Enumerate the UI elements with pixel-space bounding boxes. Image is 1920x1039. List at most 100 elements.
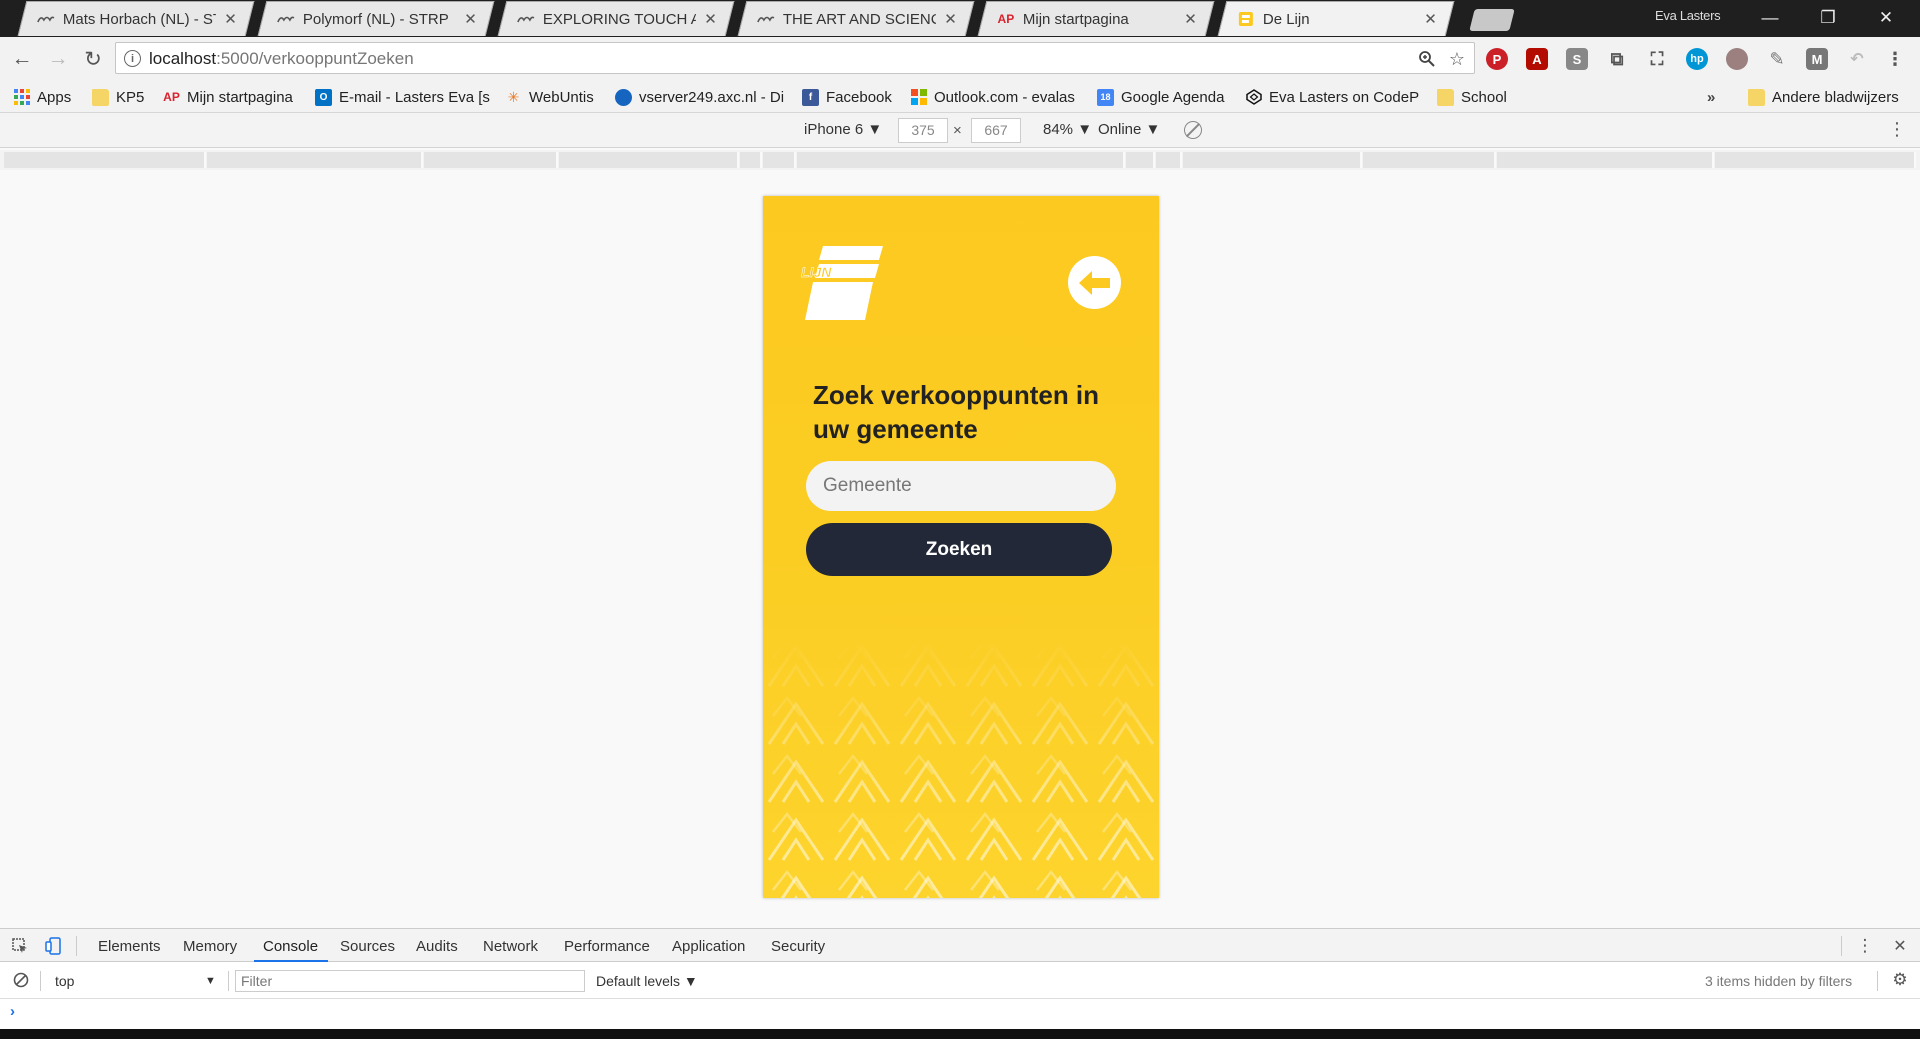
bookmark-google-agenda[interactable]: 18 Google Agenda: [1097, 86, 1224, 108]
reload-icon[interactable]: ↻: [79, 45, 107, 73]
bookmark-webuntis[interactable]: ✳ WebUntis: [505, 86, 594, 108]
tab-application[interactable]: Application: [672, 938, 745, 955]
device-width-input[interactable]: 375: [898, 118, 948, 143]
device-select[interactable]: iPhone 6 ▼: [804, 121, 882, 138]
console-filter-input[interactable]: [235, 970, 585, 992]
ruler-segment[interactable]: [763, 152, 796, 168]
eyedropper-icon[interactable]: ✎: [1766, 48, 1788, 70]
network-throttle-select[interactable]: Online ▼: [1098, 121, 1160, 138]
tab-exploring-touch[interactable]: EXPLORING TOUCH AS A ✕: [497, 1, 735, 36]
close-icon[interactable]: ✕: [224, 10, 237, 28]
bookmark-email[interactable]: O E-mail - Lasters Eva [s: [315, 86, 490, 108]
minimize-icon[interactable]: —: [1758, 6, 1782, 30]
console-output[interactable]: ›: [0, 999, 1920, 1029]
close-devtools-icon[interactable]: ✕: [1891, 937, 1909, 955]
page-title: Zoek verkooppunten in uw gemeente: [813, 380, 1100, 444]
ruler-segment[interactable]: [207, 152, 423, 168]
forward-arrow-icon[interactable]: →: [44, 45, 72, 73]
ruler-segment[interactable]: [559, 152, 739, 168]
tab-memory[interactable]: Memory: [183, 938, 237, 955]
chrome-menu-icon[interactable]: ⋮: [1884, 48, 1906, 70]
tab-network[interactable]: Network: [483, 938, 538, 955]
log-levels-select[interactable]: Default levels ▼: [596, 973, 698, 989]
star-icon[interactable]: ☆: [1446, 48, 1468, 70]
back-arrow-icon[interactable]: ←: [8, 45, 36, 73]
bookmark-facebook[interactable]: f Facebook: [802, 86, 892, 108]
bookmark-apps[interactable]: Apps: [13, 86, 71, 108]
calendar-icon: 18: [1097, 88, 1114, 106]
tab-art-and-science[interactable]: THE ART AND SCIENCE O ✕: [737, 1, 975, 36]
profile-name[interactable]: Eva Lasters: [1655, 8, 1721, 23]
bookmarks-overflow-icon[interactable]: »: [1707, 89, 1715, 106]
tab-mijn-startpagina[interactable]: AP Mijn startpagina ✕: [977, 1, 1215, 36]
close-icon[interactable]: ✕: [704, 10, 717, 28]
hp-icon[interactable]: hp: [1686, 48, 1708, 70]
inspect-element-icon[interactable]: [11, 937, 29, 955]
ap-icon: AP: [163, 90, 180, 104]
bookmark-outlook[interactable]: Outlook.com - evalas: [910, 86, 1075, 108]
back-button[interactable]: [1068, 256, 1121, 309]
tab-polymorf[interactable]: Polymorf (NL) - STRP ✕: [257, 1, 495, 36]
gemeente-input[interactable]: [806, 461, 1116, 511]
ruler-segment[interactable]: [4, 152, 206, 168]
console-prompt[interactable]: ›: [10, 1003, 15, 1020]
pinterest-icon[interactable]: P: [1486, 48, 1508, 70]
bookmark-label: Mijn startpagina: [187, 88, 293, 106]
close-icon[interactable]: ✕: [944, 10, 957, 28]
restore-icon[interactable]: ❐: [1816, 6, 1840, 30]
ruler-segment[interactable]: [1126, 152, 1155, 168]
ruler-segment[interactable]: [424, 152, 558, 168]
close-icon[interactable]: ✕: [1424, 10, 1437, 28]
close-icon[interactable]: ✕: [464, 10, 477, 28]
bookmark-vserver[interactable]: vserver249.axc.nl - Di: [615, 86, 784, 108]
zoom-icon[interactable]: [1416, 48, 1438, 70]
clear-console-icon[interactable]: [12, 971, 30, 989]
tab-security[interactable]: Security: [771, 938, 825, 955]
info-icon[interactable]: i: [124, 50, 141, 67]
ruler-segment[interactable]: [740, 152, 762, 168]
device-mode-icon[interactable]: [44, 937, 62, 955]
bookmark-other[interactable]: Andere bladwijzers: [1748, 86, 1899, 108]
bookmark-school[interactable]: School: [1437, 86, 1507, 108]
strp-icon: [37, 12, 55, 26]
bookmark-label: Google Agenda: [1121, 88, 1225, 106]
device-height-input[interactable]: 667: [971, 118, 1021, 143]
ruler-segment[interactable]: [1183, 152, 1362, 168]
context-select[interactable]: top: [55, 973, 74, 989]
url-text[interactable]: localhost:5000/verkooppuntZoeken: [149, 49, 414, 69]
ruler-segment[interactable]: [1363, 152, 1496, 168]
extension-gray-icon[interactable]: ↶: [1846, 48, 1868, 70]
extension-s-icon[interactable]: S: [1566, 48, 1588, 70]
more-options-icon[interactable]: ⋮: [1888, 120, 1906, 138]
screenshot-icon[interactable]: ⛶: [1646, 48, 1668, 70]
bookmark-kp5[interactable]: KP5: [92, 86, 144, 108]
rotate-disabled-icon[interactable]: [1184, 121, 1202, 139]
tab-mats-horbach[interactable]: Mats Horbach (NL) - STR ✕: [17, 1, 255, 36]
extension-m-icon[interactable]: M: [1806, 48, 1828, 70]
close-window-icon[interactable]: ✕: [1874, 6, 1898, 30]
new-tab-button[interactable]: [1469, 9, 1515, 31]
tab-sources[interactable]: Sources: [340, 938, 395, 955]
zoeken-button[interactable]: Zoeken: [806, 523, 1112, 576]
tab-audits[interactable]: Audits: [416, 938, 458, 955]
settings-gear-icon[interactable]: ⚙: [1891, 970, 1909, 989]
bookmark-mijn-startpagina[interactable]: AP Mijn startpagina: [163, 86, 293, 108]
ruler-segment[interactable]: [1497, 152, 1714, 168]
devtools-menu-icon[interactable]: ⋮: [1856, 936, 1874, 955]
context-dropdown-arrow[interactable]: ▼: [205, 975, 216, 987]
extension-circle-icon[interactable]: [1726, 48, 1748, 70]
tab-performance[interactable]: Performance: [564, 938, 650, 955]
tab-elements[interactable]: Elements: [98, 938, 161, 955]
ruler-segment[interactable]: [1715, 152, 1916, 168]
tab-console[interactable]: Console: [263, 938, 318, 955]
address-bar[interactable]: i localhost:5000/verkooppuntZoeken ☆: [115, 42, 1475, 74]
close-icon[interactable]: ✕: [1184, 10, 1197, 28]
cast-icon[interactable]: ⧉: [1606, 48, 1628, 70]
tab-de-lijn[interactable]: De Lijn ✕: [1217, 1, 1455, 36]
acrobat-icon[interactable]: A: [1526, 48, 1548, 70]
mobile-screen: LIJN Zoek verkooppunten in uw gemeente Z…: [763, 196, 1159, 898]
ruler-segment[interactable]: [1156, 152, 1182, 168]
zoom-select[interactable]: 84% ▼: [1043, 121, 1092, 138]
bookmark-codepen[interactable]: Eva Lasters on CodeP: [1245, 86, 1419, 108]
ruler-segment[interactable]: [797, 152, 1125, 168]
